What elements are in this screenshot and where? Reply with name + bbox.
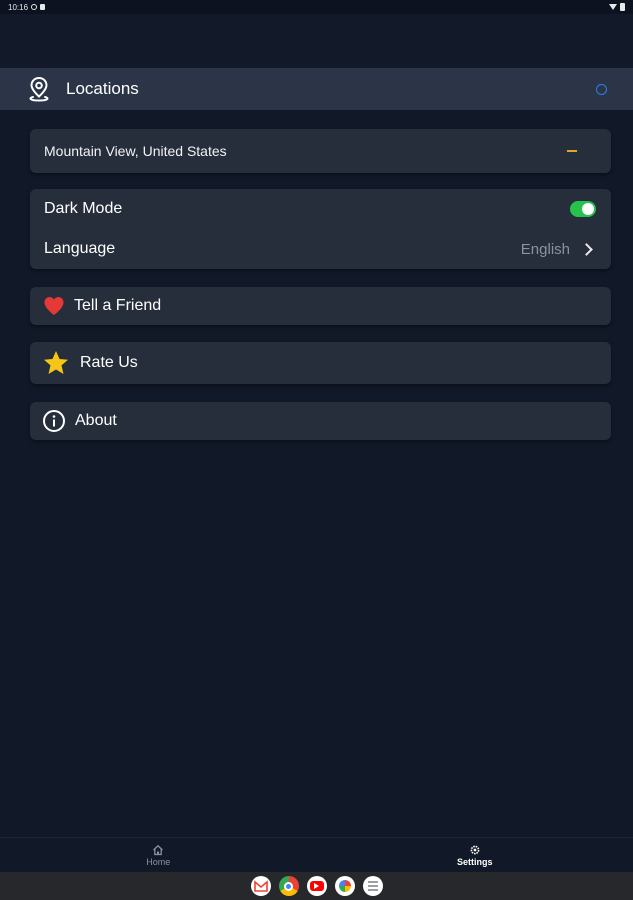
battery-icon bbox=[620, 3, 625, 11]
rate-us-label: Rate Us bbox=[80, 354, 138, 371]
gear-icon bbox=[470, 845, 480, 854]
youtube-icon[interactable] bbox=[306, 876, 327, 896]
chrome-icon[interactable] bbox=[278, 876, 299, 896]
locations-header[interactable]: Locations bbox=[0, 68, 633, 110]
tell-a-friend-label: Tell a Friend bbox=[74, 297, 162, 314]
about-button[interactable]: About bbox=[30, 402, 611, 440]
heart-icon bbox=[44, 297, 64, 315]
app-drawer-icon[interactable] bbox=[362, 876, 383, 896]
rate-us-button[interactable]: Rate Us bbox=[30, 342, 611, 384]
notification-icon bbox=[31, 4, 38, 10]
nav-home[interactable]: Home bbox=[0, 838, 317, 872]
app-top-area bbox=[0, 14, 633, 68]
photos-icon[interactable] bbox=[334, 876, 355, 896]
settings-card: Dark Mode Language English bbox=[30, 189, 611, 269]
nav-home-label: Home bbox=[146, 856, 171, 867]
system-taskbar bbox=[0, 872, 633, 900]
nav-settings-label: Settings bbox=[456, 856, 493, 867]
dark-mode-row[interactable]: Dark Mode bbox=[30, 189, 611, 229]
status-right bbox=[609, 3, 625, 11]
toggle-knob bbox=[582, 203, 594, 215]
remove-location-button[interactable] bbox=[567, 150, 577, 152]
about-label: About bbox=[75, 412, 117, 429]
status-bar: 10:16 bbox=[0, 0, 633, 14]
dark-mode-label: Dark Mode bbox=[44, 200, 123, 217]
locations-title: Locations bbox=[66, 79, 139, 98]
home-icon bbox=[153, 844, 164, 855]
tell-a-friend-button[interactable]: Tell a Friend bbox=[30, 287, 611, 325]
notification-icon-2 bbox=[40, 4, 46, 10]
gmail-icon[interactable] bbox=[250, 876, 271, 896]
bottom-navigation: Home Settings bbox=[0, 837, 633, 872]
chevron-right-icon bbox=[580, 242, 593, 256]
wifi-icon bbox=[609, 4, 617, 10]
star-icon bbox=[44, 351, 68, 374]
location-pin-icon bbox=[29, 76, 49, 102]
info-icon bbox=[43, 410, 65, 432]
location-card: Mountain View, United States bbox=[30, 129, 611, 173]
status-time: 10:16 bbox=[8, 2, 29, 12]
dark-mode-toggle[interactable] bbox=[570, 201, 596, 217]
location-name: Mountain View, United States bbox=[44, 143, 227, 159]
nav-settings[interactable]: Settings bbox=[317, 838, 633, 872]
loading-indicator-icon bbox=[596, 83, 607, 95]
language-row[interactable]: Language English bbox=[30, 229, 611, 269]
language-value: English bbox=[520, 240, 570, 258]
status-left: 10:16 bbox=[8, 2, 46, 12]
language-label: Language bbox=[44, 240, 116, 257]
